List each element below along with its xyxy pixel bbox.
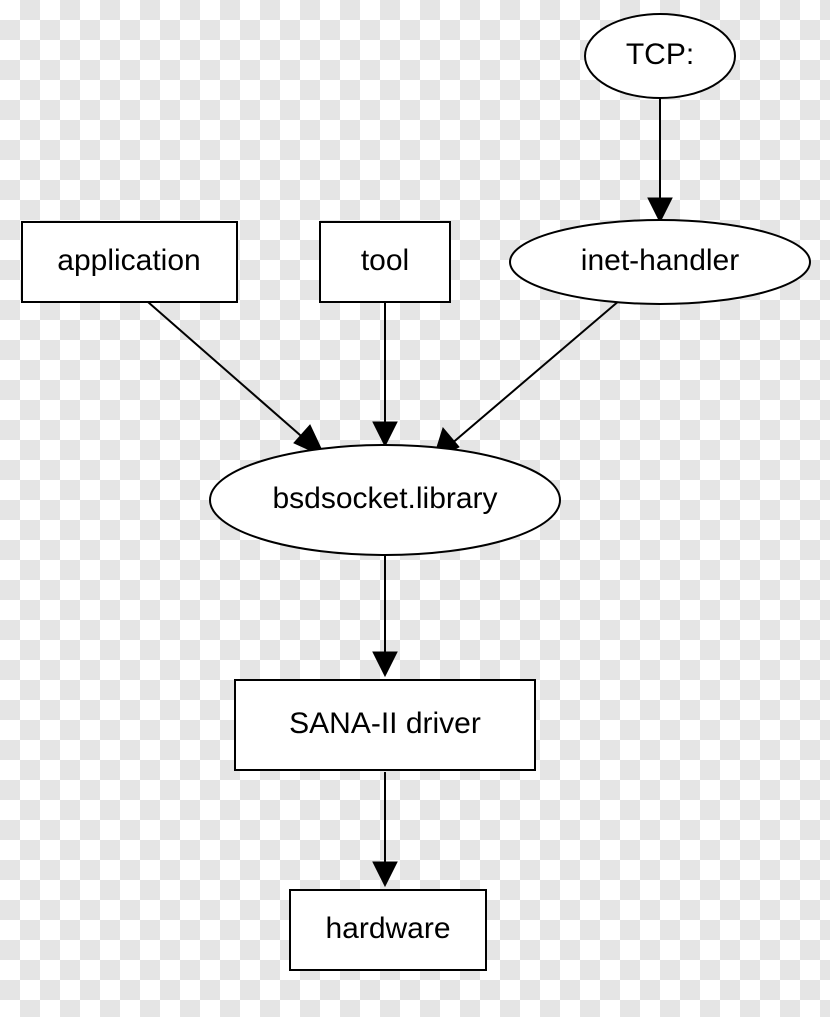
flow-diagram: TCP: application tool inet-handler bsdso… bbox=[0, 0, 830, 1017]
node-tool: tool bbox=[320, 222, 450, 302]
edge-tool-to-bsdsocket bbox=[373, 302, 397, 446]
node-bsdsocket: bsdsocket.library bbox=[210, 445, 560, 555]
edge-bsdsocket-to-sana bbox=[373, 556, 397, 676]
node-hardware-label: hardware bbox=[325, 912, 450, 945]
node-tcp-label: TCP: bbox=[626, 38, 694, 71]
node-application: application bbox=[22, 222, 237, 302]
node-sana: SANA-II driver bbox=[235, 680, 535, 770]
node-sana-label: SANA-II driver bbox=[289, 707, 481, 740]
node-application-label: application bbox=[57, 244, 200, 277]
node-inet-handler: inet-handler bbox=[510, 220, 810, 304]
edge-tcp-to-inet bbox=[648, 96, 672, 222]
edge-sana-to-hardware bbox=[373, 772, 397, 886]
node-bsdsocket-label: bsdsocket.library bbox=[272, 482, 497, 515]
edge-application-to-bsdsocket bbox=[148, 302, 325, 457]
node-hardware: hardware bbox=[290, 890, 486, 970]
node-tool-label: tool bbox=[361, 244, 409, 277]
node-tcp: TCP: bbox=[585, 14, 735, 98]
edge-inet-to-bsdsocket bbox=[433, 300, 620, 460]
node-inet-label: inet-handler bbox=[581, 244, 739, 277]
